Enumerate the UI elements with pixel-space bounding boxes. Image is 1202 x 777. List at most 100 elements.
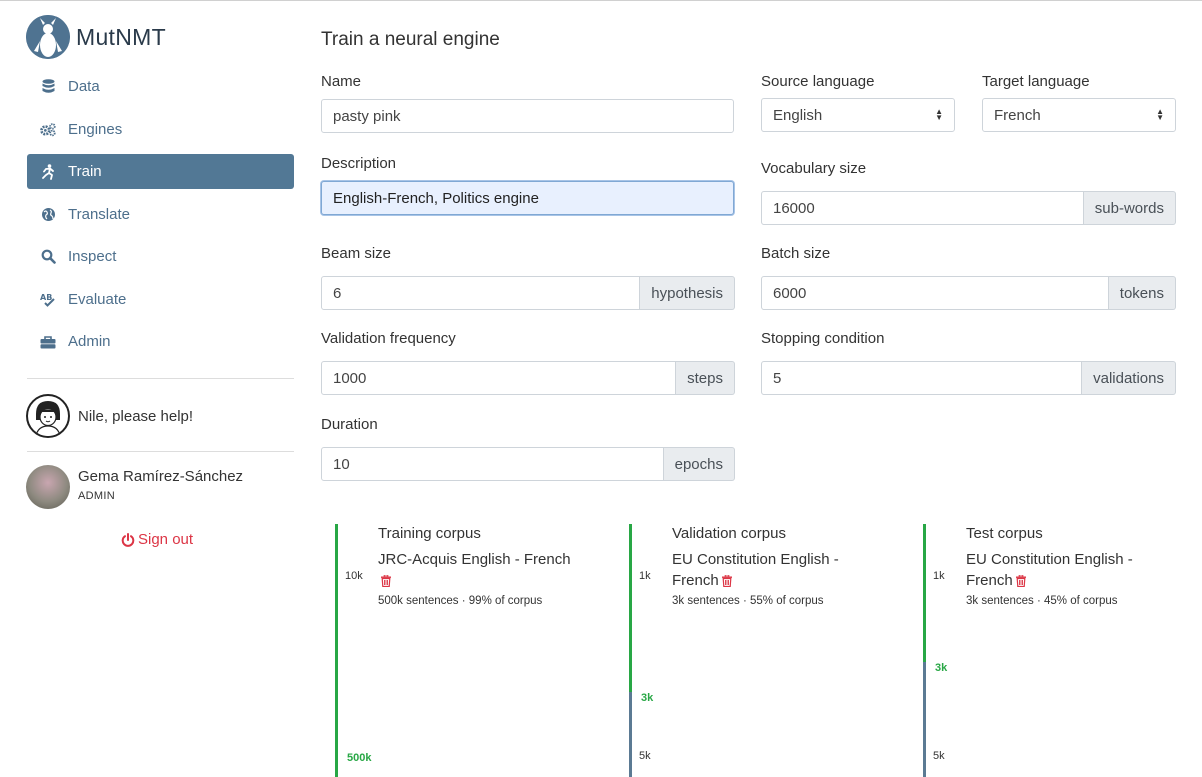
name-input[interactable]: pasty pink (321, 99, 734, 133)
vocabulary-size-unit: sub-words (1083, 191, 1176, 225)
corpus-name-text: EU Constitution English - French (672, 551, 839, 589)
corpus-title: Test corpus (966, 525, 1043, 542)
validation-frequency-group: 1000 steps (321, 361, 735, 395)
toolbox-icon (40, 334, 56, 350)
batch-size-input[interactable]: 6000 (761, 276, 1109, 310)
corpus-remaining-bar (629, 692, 632, 777)
vocabulary-size-input[interactable]: 16000 (761, 191, 1084, 225)
trash-icon[interactable] (381, 572, 391, 593)
corpus-name: EU Constitution English - French (672, 549, 872, 593)
database-icon (40, 79, 56, 95)
sidebar-item-train[interactable]: Train (27, 154, 294, 189)
beam-size-input[interactable]: 6 (321, 276, 641, 310)
test-corpus-panel: Test corpus EU Constitution English - Fr… (923, 524, 1202, 777)
corpus-meta: 500k sentences · 99% of corpus (378, 595, 543, 607)
power-icon (121, 532, 135, 547)
duration-label: Duration (321, 416, 378, 433)
corpus-remaining-bar (923, 662, 926, 777)
cogs-icon (40, 121, 56, 137)
beam-size-unit: hypothesis (640, 276, 735, 310)
corpus-name: EU Constitution English - French (966, 549, 1166, 593)
training-corpus-panel: Training corpus JRC-Acquis English - Fre… (335, 524, 615, 777)
corpus-meta: 3k sentences · 45% of corpus (966, 595, 1118, 607)
corpus-name-text: JRC-Acquis English - French (378, 551, 571, 568)
sidebar-item-label: Evaluate (68, 290, 127, 308)
corpus-title: Training corpus (378, 525, 481, 542)
sidebar-item-data[interactable]: Data (27, 69, 294, 104)
sidebar-item-label: Admin (68, 333, 111, 350)
sidebar-item-label: Train (68, 163, 102, 180)
corpus-title: Validation corpus (672, 525, 786, 542)
corpus-tick-selected: 500k (347, 752, 372, 764)
running-icon (40, 163, 56, 180)
select-arrows-icon: ▲ ▼ (935, 107, 943, 122)
duration-group: 10 epochs (321, 447, 735, 481)
sidebar-item-translate[interactable]: Translate (27, 197, 294, 232)
corpus-tick-selected: 3k (935, 662, 948, 674)
help-link[interactable]: Nile, please help! (26, 394, 193, 438)
validation-corpus-panel: Validation corpus EU Constitution Englis… (629, 524, 909, 777)
sidebar-item-admin[interactable]: Admin (27, 324, 294, 359)
corpus-selection-bar (923, 524, 926, 662)
sidebar: MutNMT Data Engines Train Translate Insp… (0, 0, 306, 777)
target-language-value: French (994, 106, 1041, 124)
duration-input[interactable]: 10 (321, 447, 664, 481)
target-language-label: Target language (982, 73, 1090, 90)
corpus-selection-bar (335, 524, 338, 777)
description-label: Description (321, 155, 397, 172)
source-language-label: Source language (761, 73, 875, 90)
target-language-select[interactable]: French ▲ ▼ (982, 98, 1176, 132)
brand[interactable]: MutNMT (26, 14, 166, 60)
validation-frequency-label: Validation frequency (321, 330, 456, 347)
sidebar-divider (27, 451, 294, 452)
sidebar-item-label: Engines (68, 120, 123, 138)
corpus-tick-top: 10k (345, 570, 363, 582)
sidebar-divider (27, 378, 294, 379)
trash-icon[interactable] (1015, 572, 1026, 593)
corpus-meta: 3k sentences · 55% of corpus (672, 595, 824, 607)
corpus-tick-bottom: 5k (933, 750, 945, 762)
sidebar-item-label: Data (68, 78, 100, 95)
sign-out-label: Sign out (138, 531, 194, 548)
stopping-condition-unit: validations (1082, 361, 1176, 395)
source-language-select[interactable]: English ▲ ▼ (761, 98, 955, 132)
user-profile: Gema Ramírez-Sánchez ADMIN (26, 465, 243, 509)
sign-out-button[interactable]: Sign out (121, 531, 193, 548)
corpus-name: JRC-Acquis English - French (378, 549, 578, 593)
corpus-tick-bottom: 5k (639, 750, 651, 762)
batch-size-unit: tokens (1108, 276, 1176, 310)
sidebar-item-inspect[interactable]: Inspect (27, 239, 294, 274)
stopping-condition-label: Stopping condition (761, 330, 885, 347)
duration-unit: epochs (663, 447, 735, 481)
description-input[interactable]: English-French, Politics engine (321, 181, 734, 215)
select-arrows-icon: ▲ ▼ (1156, 107, 1164, 122)
stopping-condition-input[interactable]: 5 (761, 361, 1083, 395)
globe-icon (40, 206, 56, 222)
beam-size-label: Beam size (321, 245, 392, 262)
beam-size-group: 6 hypothesis (321, 276, 735, 310)
search-icon (40, 249, 56, 265)
validation-frequency-input[interactable]: 1000 (321, 361, 677, 395)
validation-frequency-unit: steps (676, 361, 735, 395)
avatar (26, 465, 70, 509)
source-language-value: English (773, 106, 823, 124)
sidebar-item-label: Inspect (68, 248, 117, 265)
spell-check-icon: AB (40, 291, 56, 307)
batch-size-label: Batch size (761, 245, 831, 262)
stopping-condition-group: 5 validations (761, 361, 1176, 395)
corpus-tick-top: 1k (933, 570, 945, 582)
sidebar-item-engines[interactable]: Engines (27, 112, 294, 147)
corpus-tick-selected: 3k (641, 692, 654, 704)
corpus-selection-bar (629, 524, 632, 692)
help-label: Nile, please help! (78, 407, 194, 425)
vocabulary-size-group: 16000 sub-words (761, 191, 1176, 225)
nile-avatar-icon (26, 394, 70, 438)
name-label: Name (321, 73, 362, 90)
trash-icon[interactable] (721, 572, 732, 593)
batch-size-group: 6000 tokens (761, 276, 1176, 310)
sidebar-item-evaluate[interactable]: AB Evaluate (27, 282, 294, 317)
corpus-tick-top: 1k (639, 570, 651, 582)
user-role: ADMIN (78, 490, 115, 502)
mutnmt-logo-icon (26, 15, 70, 59)
corpus-name-text: EU Constitution English - French (966, 551, 1133, 589)
